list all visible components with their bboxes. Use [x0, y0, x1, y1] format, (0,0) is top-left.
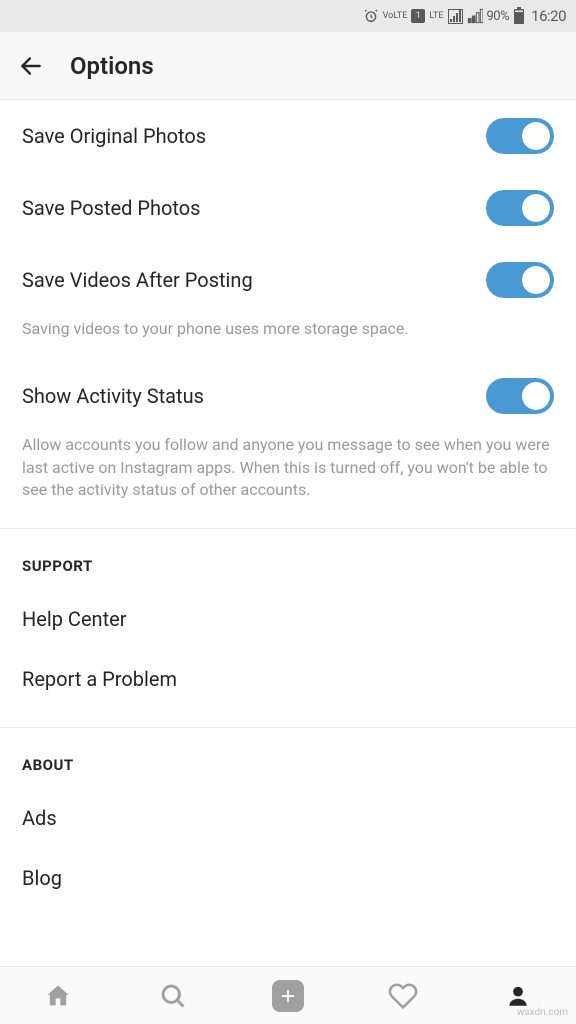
nav-search[interactable] [155, 978, 191, 1014]
signal-icon-2 [467, 8, 483, 24]
signal-icon-1 [448, 9, 463, 24]
toggle-knob [522, 194, 550, 222]
header: Options [0, 32, 576, 100]
toggle-knob [522, 266, 550, 294]
section-header-support: SUPPORT [0, 529, 576, 589]
setting-desc-activity-status: Allow accounts you follow and anyone you… [0, 432, 576, 521]
watermark: wsxdn.com [517, 1007, 568, 1018]
toggle-save-posted-photos[interactable] [486, 190, 554, 226]
lte-icon: LTE [429, 12, 443, 21]
toggle-save-videos[interactable] [486, 262, 554, 298]
setting-label: Show Activity Status [22, 384, 204, 408]
nav-activity[interactable] [385, 978, 421, 1014]
clock: 16:20 [531, 7, 566, 25]
menu-blog[interactable]: Blog [0, 848, 576, 908]
toggle-save-original-photos[interactable] [486, 118, 554, 154]
back-button[interactable] [18, 53, 44, 79]
battery-icon [513, 7, 525, 25]
setting-desc-save-videos: Saving videos to your phone uses more st… [0, 316, 576, 360]
menu-ads[interactable]: Ads [0, 788, 576, 848]
menu-help-center[interactable]: Help Center [0, 589, 576, 649]
setting-activity-status: Show Activity Status [0, 360, 576, 432]
plus-icon [272, 980, 304, 1012]
volte-icon: VoLTE [383, 12, 408, 21]
setting-save-original-photos: Save Original Photos [0, 100, 576, 172]
setting-label: Save Original Photos [22, 124, 206, 148]
toggle-activity-status[interactable] [486, 378, 554, 414]
toggle-knob [522, 122, 550, 150]
setting-label: Save Posted Photos [22, 196, 200, 220]
section-header-about: ABOUT [0, 728, 576, 788]
battery-percent: 90% [487, 9, 510, 24]
setting-save-videos: Save Videos After Posting [0, 244, 576, 316]
setting-label: Save Videos After Posting [22, 268, 253, 292]
menu-report-problem[interactable]: Report a Problem [0, 649, 576, 709]
alarm-icon [363, 8, 379, 24]
sim-icon: 1 [411, 9, 425, 23]
page-title: Options [70, 52, 154, 80]
nav-home[interactable] [40, 978, 76, 1014]
status-bar: VoLTE 1 LTE 90% 16:20 [0, 0, 576, 32]
nav-add[interactable] [270, 978, 306, 1014]
setting-save-posted-photos: Save Posted Photos [0, 172, 576, 244]
bottom-nav [0, 966, 576, 1024]
toggle-knob [522, 382, 550, 410]
settings-content: Save Original Photos Save Posted Photos … [0, 100, 576, 966]
